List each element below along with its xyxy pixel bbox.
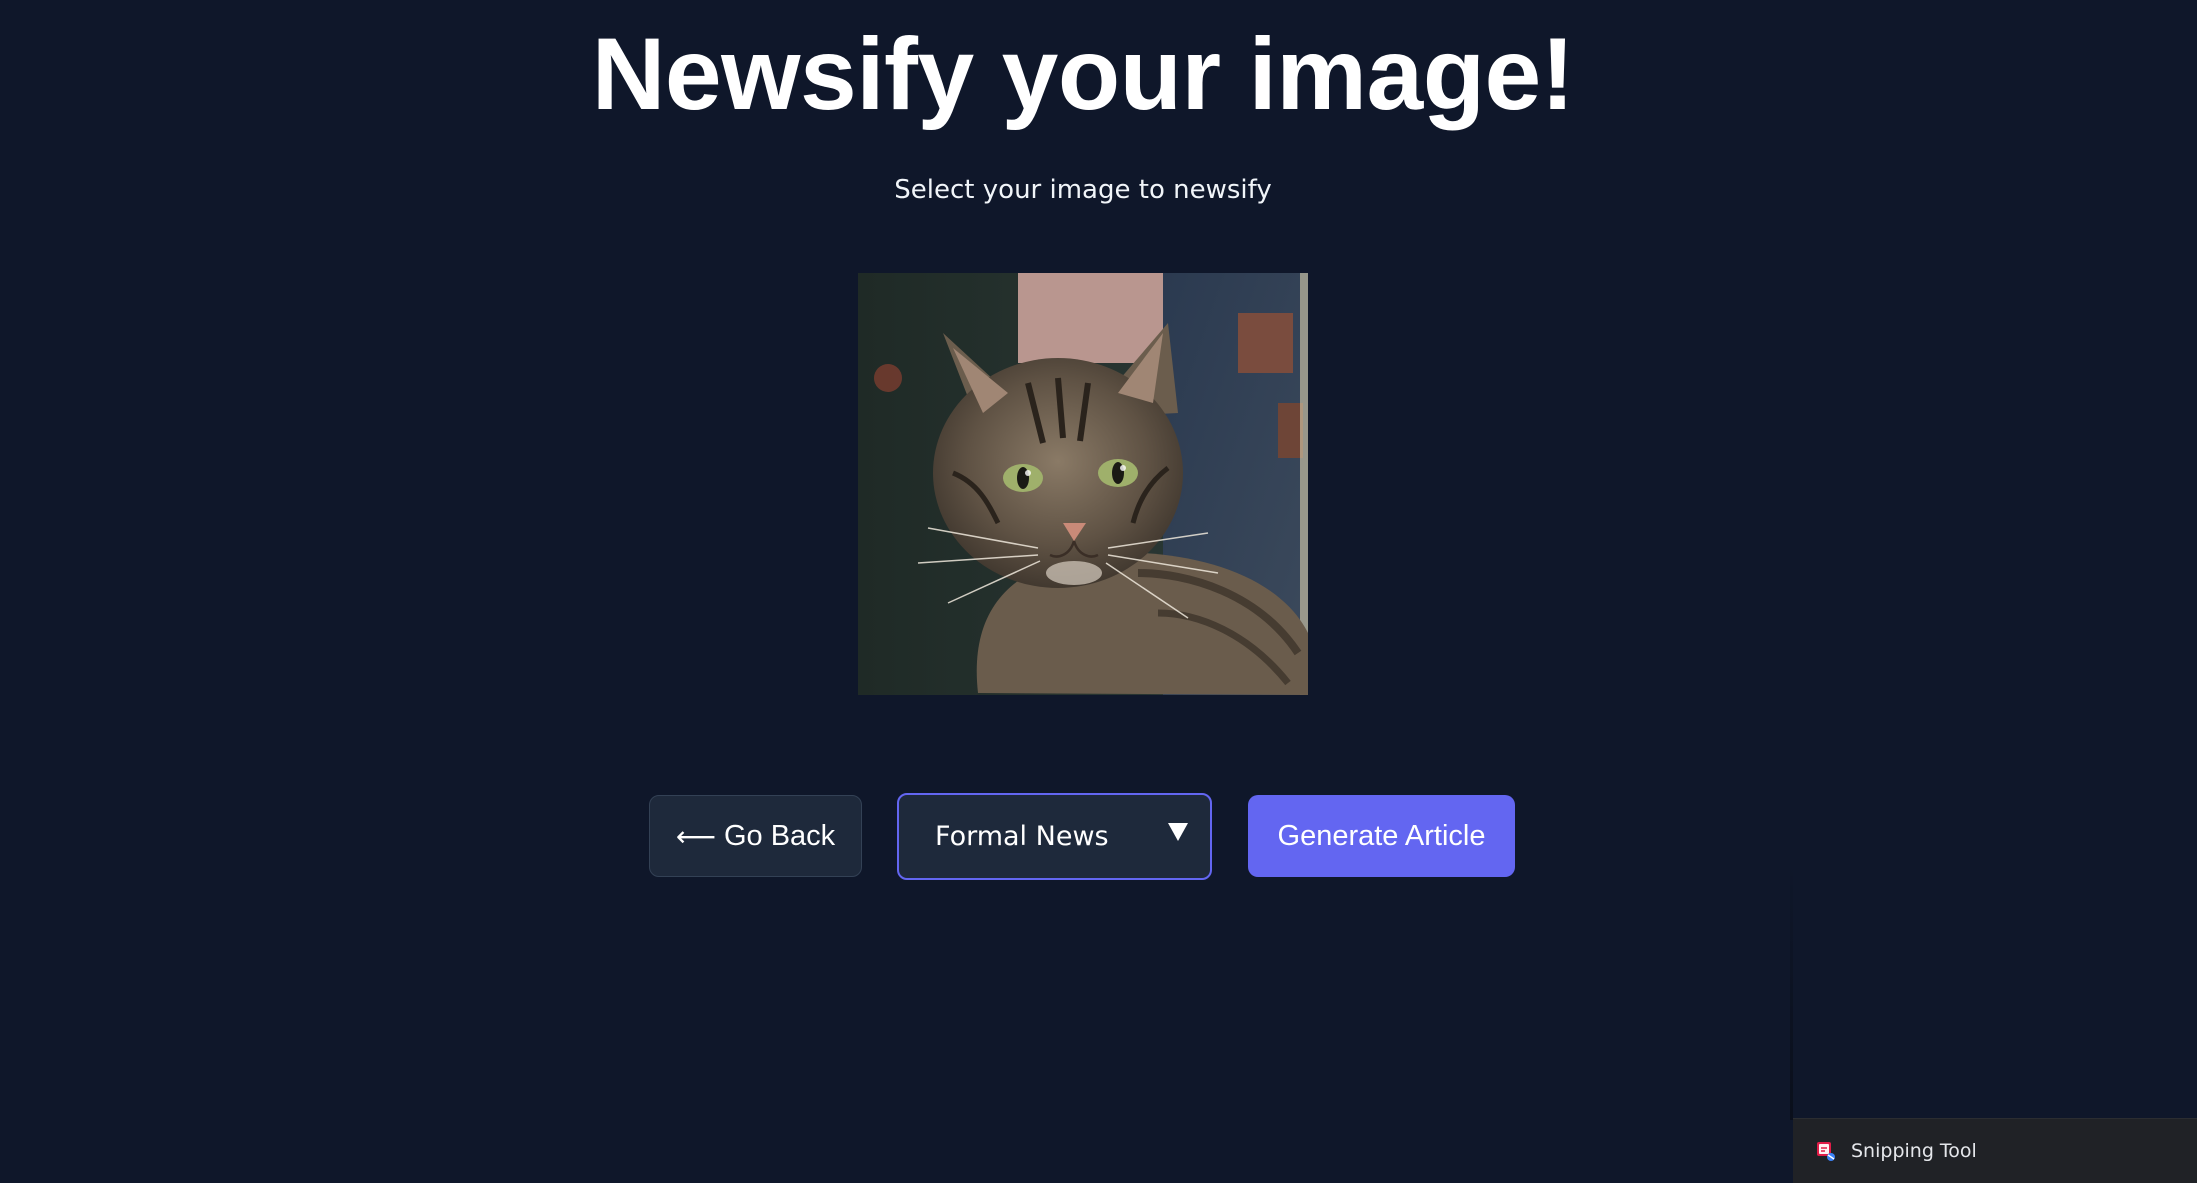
chevron-down-icon — [1168, 823, 1188, 841]
page-subtitle: Select your image to newsify — [894, 175, 1272, 205]
style-select-value: Formal News — [935, 821, 1109, 852]
generate-article-label: Generate Article — [1277, 819, 1486, 852]
style-select[interactable]: Formal News — [897, 793, 1212, 880]
snipping-tool-icon — [1817, 1142, 1835, 1161]
go-back-button[interactable]: ⟵ Go Back — [649, 795, 862, 877]
taskbar-snipping-tool[interactable]: Snipping Tool — [1793, 1118, 2197, 1183]
go-back-label: Go Back — [723, 819, 836, 852]
page-title: Newsify your image! — [591, 17, 1575, 131]
cat-photo — [858, 273, 1308, 695]
image-preview — [858, 273, 1308, 695]
taskbar-app-label: Snipping Tool — [1851, 1140, 1977, 1162]
window-edge-shadow — [1790, 860, 1793, 1120]
arrow-left-icon: ⟵ — [675, 819, 716, 853]
generate-article-button[interactable]: Generate Article — [1248, 795, 1515, 877]
